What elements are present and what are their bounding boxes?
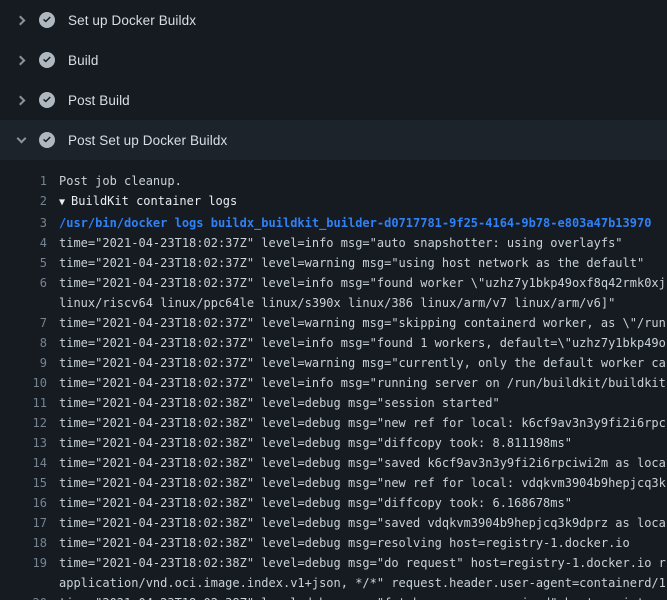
- log-line-number[interactable]: 20: [0, 593, 47, 600]
- log-line-text: time="2021-04-23T18:02:37Z" level=warnin…: [47, 353, 667, 373]
- log-line-number[interactable]: 13: [0, 433, 47, 453]
- log-line-text: time="2021-04-23T18:02:38Z" level=debug …: [47, 433, 667, 453]
- log-line-text: time="2021-04-23T18:02:37Z" level=info m…: [47, 373, 667, 393]
- log-line-number[interactable]: [0, 573, 47, 593]
- check-circle-icon: [39, 92, 55, 108]
- step-section-label: Post Set up Docker Buildx: [68, 133, 227, 148]
- log-line-text: Post job cleanup.: [47, 171, 667, 191]
- log-line-number[interactable]: 9: [0, 353, 47, 373]
- log-line-text: time="2021-04-23T18:02:37Z" level=warnin…: [47, 253, 667, 273]
- log-line-text: application/vnd.oci.image.index.v1+json,…: [47, 573, 667, 593]
- group-label: BuildKit container logs: [71, 194, 237, 208]
- log-line-text: time="2021-04-23T18:02:38Z" level=debug …: [47, 513, 667, 533]
- check-circle-icon: [39, 12, 55, 28]
- log-line[interactable]: 13 time="2021-04-23T18:02:38Z" level=deb…: [0, 433, 667, 453]
- log-line[interactable]: 3 /usr/bin/docker logs buildx_buildkit_b…: [0, 213, 667, 233]
- log-line[interactable]: 14 time="2021-04-23T18:02:38Z" level=deb…: [0, 453, 667, 473]
- step-section-build[interactable]: Build: [0, 40, 667, 80]
- log-line[interactable]: 4 time="2021-04-23T18:02:37Z" level=info…: [0, 233, 667, 253]
- log-line-text: time="2021-04-23T18:02:38Z" level=debug …: [47, 413, 667, 433]
- check-circle-icon: [39, 52, 55, 68]
- log-line-text: time="2021-04-23T18:02:38Z" level=debug …: [47, 473, 667, 493]
- log-line-number[interactable]: 3: [0, 213, 47, 233]
- log-line[interactable]: 16 time="2021-04-23T18:02:38Z" level=deb…: [0, 493, 667, 513]
- log-line[interactable]: 20 time="2021-04-23T18:02:38Z" level=deb…: [0, 593, 667, 600]
- group-toggle-icon[interactable]: ▼: [59, 197, 71, 208]
- log-line-number[interactable]: 17: [0, 513, 47, 533]
- workflow-log-viewer: Set up Docker Buildx Build Post Build: [0, 0, 667, 600]
- check-circle-icon: [39, 132, 55, 148]
- log-line-number[interactable]: 10: [0, 373, 47, 393]
- log-line[interactable]: 6 time="2021-04-23T18:02:37Z" level=info…: [0, 273, 667, 293]
- log-line[interactable]: linux/riscv64 linux/ppc64le linux/s390x …: [0, 293, 667, 313]
- log-line-text: time="2021-04-23T18:02:38Z" level=debug …: [47, 593, 667, 600]
- log-line-text: time="2021-04-23T18:02:38Z" level=debug …: [47, 453, 667, 473]
- log-line[interactable]: 9 time="2021-04-23T18:02:37Z" level=warn…: [0, 353, 667, 373]
- log-line-text: linux/riscv64 linux/ppc64le linux/s390x …: [47, 293, 667, 313]
- log-line-number[interactable]: [0, 293, 47, 313]
- log-line-text: time="2021-04-23T18:02:37Z" level=info m…: [47, 233, 667, 253]
- step-section-label: Build: [68, 53, 99, 68]
- step-section-post-set-up-docker-buildx[interactable]: Post Set up Docker Buildx: [0, 120, 667, 160]
- step-section-label: Post Build: [68, 93, 130, 108]
- log-line-text: time="2021-04-23T18:02:38Z" level=debug …: [47, 553, 667, 573]
- step-section-set-up-docker-buildx[interactable]: Set up Docker Buildx: [0, 0, 667, 40]
- log-line-number[interactable]: 2: [0, 191, 47, 213]
- log-line-number[interactable]: 14: [0, 453, 47, 473]
- log-line[interactable]: 12 time="2021-04-23T18:02:38Z" level=deb…: [0, 413, 667, 433]
- log-line-number[interactable]: 19: [0, 553, 47, 573]
- log-line[interactable]: 15 time="2021-04-23T18:02:38Z" level=deb…: [0, 473, 667, 493]
- log-line[interactable]: 2 ▼ BuildKit container logs: [0, 191, 667, 213]
- log-line-text: /usr/bin/docker logs buildx_buildkit_bui…: [47, 213, 667, 233]
- log-line-number[interactable]: 11: [0, 393, 47, 413]
- log-line-number[interactable]: 8: [0, 333, 47, 353]
- log-line-number[interactable]: 1: [0, 171, 47, 191]
- log-line-number[interactable]: 12: [0, 413, 47, 433]
- step-section-post-build[interactable]: Post Build: [0, 80, 667, 120]
- chevron-right-icon[interactable]: [13, 52, 29, 68]
- log-line-number[interactable]: 15: [0, 473, 47, 493]
- log-line-text: time="2021-04-23T18:02:37Z" level=info m…: [47, 273, 667, 293]
- log-line-text: time="2021-04-23T18:02:37Z" level=info m…: [47, 333, 667, 353]
- log-line-number[interactable]: 18: [0, 533, 47, 553]
- step-section-label: Set up Docker Buildx: [68, 13, 196, 28]
- log-line-number[interactable]: 16: [0, 493, 47, 513]
- log-line[interactable]: 18 time="2021-04-23T18:02:38Z" level=deb…: [0, 533, 667, 553]
- log-line-text: time="2021-04-23T18:02:37Z" level=warnin…: [47, 313, 667, 333]
- chevron-right-icon[interactable]: [13, 12, 29, 28]
- log-line-text: time="2021-04-23T18:02:38Z" level=debug …: [47, 533, 667, 553]
- log-line-number[interactable]: 6: [0, 273, 47, 293]
- log-line[interactable]: 7 time="2021-04-23T18:02:37Z" level=warn…: [0, 313, 667, 333]
- log-line[interactable]: 10 time="2021-04-23T18:02:37Z" level=inf…: [0, 373, 667, 393]
- log-line[interactable]: 11 time="2021-04-23T18:02:38Z" level=deb…: [0, 393, 667, 413]
- log-line[interactable]: 5 time="2021-04-23T18:02:37Z" level=warn…: [0, 253, 667, 273]
- chevron-right-icon[interactable]: [13, 92, 29, 108]
- log-line-text: time="2021-04-23T18:02:38Z" level=debug …: [47, 493, 667, 513]
- log-line-text: time="2021-04-23T18:02:38Z" level=debug …: [47, 393, 667, 413]
- step-section-list: Set up Docker Buildx Build Post Build: [0, 0, 667, 160]
- log-line[interactable]: 1 Post job cleanup.: [0, 171, 667, 191]
- log-line-number[interactable]: 7: [0, 313, 47, 333]
- log-area: 1 Post job cleanup. 2 ▼ BuildKit contain…: [0, 160, 667, 600]
- log-line[interactable]: 8 time="2021-04-23T18:02:37Z" level=info…: [0, 333, 667, 353]
- log-line-number[interactable]: 5: [0, 253, 47, 273]
- log-line[interactable]: 19 time="2021-04-23T18:02:38Z" level=deb…: [0, 553, 667, 573]
- log-line[interactable]: application/vnd.oci.image.index.v1+json,…: [0, 573, 667, 593]
- log-line[interactable]: 17 time="2021-04-23T18:02:38Z" level=deb…: [0, 513, 667, 533]
- log-line-number[interactable]: 4: [0, 233, 47, 253]
- chevron-down-icon[interactable]: [13, 132, 29, 148]
- log-line-text: ▼ BuildKit container logs: [47, 191, 667, 213]
